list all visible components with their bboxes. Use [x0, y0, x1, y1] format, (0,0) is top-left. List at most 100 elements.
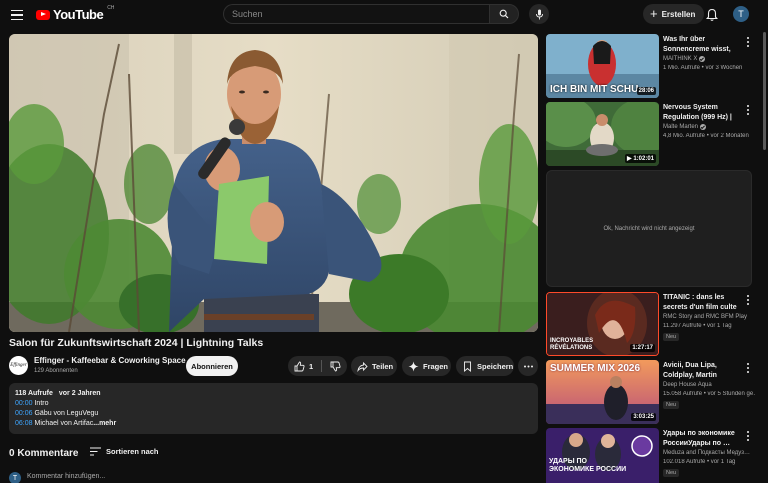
- search-button[interactable]: [489, 4, 519, 24]
- like-count: 1: [309, 361, 314, 371]
- top-bar: YouTube CH + Erstellen T: [0, 0, 768, 30]
- country-code: CH: [107, 5, 115, 11]
- recommendation-item[interactable]: ICH BIN MIT SCHU 28:06 Was Ihr über Sonn…: [546, 34, 756, 102]
- like-button[interactable]: 1: [294, 361, 313, 372]
- scrollbar-thumb[interactable]: [763, 32, 766, 150]
- youtube-play-icon: [36, 9, 50, 20]
- video-meta: 1 Mio. Aufrufe • vor 3 Wochen: [663, 65, 743, 71]
- channel-name: Meduza and Подкасты Медуз…: [663, 450, 751, 456]
- plus-icon: +: [650, 6, 658, 21]
- create-button[interactable]: + Erstellen: [643, 4, 705, 24]
- video-thumbnail: SUMMER MIX 2026 3:03:25: [546, 360, 659, 424]
- thumbs-down-icon: [330, 361, 341, 371]
- video-title: Nervous System Regulation (999 Hz) | 1…: [663, 104, 732, 121]
- sort-comments-button[interactable]: Sortieren nach: [90, 447, 159, 456]
- comment-avatar: T: [9, 472, 21, 483]
- voice-search-button[interactable]: [529, 4, 549, 24]
- video-title: Avicii, Dua Lipa, Coldplay, Martin Garri…: [663, 362, 717, 379]
- channel-name: Malte Marten: [663, 124, 707, 130]
- video-meta: 4,8 Mio. Aufrufe • vor 2 Monaten: [663, 133, 749, 139]
- share-icon: [357, 361, 368, 372]
- ad-placeholder: Ok, Nachricht wird nicht angezeigt: [546, 170, 752, 287]
- video-thumbnail: INCROYABLES RÉVÉLATIONS 1:27:17: [546, 292, 659, 356]
- more-vertical-icon[interactable]: [745, 104, 751, 116]
- save-button[interactable]: Speichern: [456, 356, 514, 376]
- video-thumbnail: УДАРЫ ПО ЭКОНОМИКЕ РОССИИ: [546, 428, 659, 483]
- chapter-timestamp[interactable]: 00:06: [15, 410, 33, 417]
- logo-text: YouTube: [53, 7, 104, 22]
- video-title: Salon für Zukunftswirtschaft 2024 | Ligh…: [9, 337, 264, 349]
- video-frame: [9, 34, 538, 332]
- recommendation-item[interactable]: INCROYABLES RÉVÉLATIONS 1:27:17 TITANIC …: [546, 292, 756, 360]
- thumbnail-caption: SUMMER MIX 2026: [550, 363, 641, 374]
- more-vertical-icon[interactable]: [745, 362, 751, 374]
- search-bar: [223, 4, 519, 24]
- thumbnail-caption: ICH BIN MIT SCHU: [550, 84, 639, 95]
- new-badge: Neu: [663, 469, 680, 477]
- video-duration: 1:27:17: [630, 344, 655, 352]
- search-input[interactable]: [223, 4, 489, 24]
- video-meta: 11.297 Aufrufe • vor 1 Tag: [663, 323, 732, 329]
- comment-input[interactable]: Kommentar hinzufügen...: [27, 473, 105, 480]
- chapter-timestamp[interactable]: 00:00: [15, 400, 33, 407]
- chapter-line: 06:08 Michael von Artifac...mehr: [15, 419, 532, 429]
- upload-age: vor 2 Jahren: [58, 390, 101, 397]
- chapter-label: Michael von Artifac: [34, 420, 94, 427]
- account-avatar[interactable]: T: [733, 6, 749, 22]
- dislike-button[interactable]: [330, 361, 341, 372]
- view-count: 118 Aufrufe: [15, 390, 53, 397]
- video-duration: ▶ 1:02:01: [625, 154, 656, 163]
- video-duration: 3:03:25: [631, 413, 656, 421]
- page-scrollbar[interactable]: [762, 30, 767, 483]
- like-dislike-group: 1: [288, 356, 347, 376]
- more-vertical-icon[interactable]: [745, 294, 751, 306]
- menu-icon[interactable]: [9, 7, 25, 23]
- channel-name: RMC Story and RMC BFM Play: [663, 314, 748, 320]
- channel-name: MAITHINK X: [663, 56, 706, 62]
- like-divider: [321, 360, 323, 372]
- channel-name[interactable]: Effinger - Kaffeebar & Coworking Space: [34, 356, 186, 365]
- recommendation-item[interactable]: SUMMER MIX 2026 3:03:25 Avicii, Dua Lipa…: [546, 360, 756, 428]
- video-player[interactable]: [9, 34, 538, 332]
- sort-icon: [90, 447, 101, 456]
- share-label: Teilen: [372, 361, 394, 371]
- recommendation-item[interactable]: УДАРЫ ПО ЭКОНОМИКЕ РОССИИ Удары по эконо…: [546, 428, 756, 483]
- video-title: TITANIC : dans les secrets d'un film cul…: [663, 294, 737, 311]
- video-title: Was Ihr über Sonnencreme wisst, ist…: [663, 36, 731, 53]
- recommendation-item[interactable]: ▶ 1:02:01 Nervous System Regulation (999…: [546, 102, 756, 170]
- notifications-button[interactable]: [704, 7, 720, 23]
- video-meta: 102.018 Aufrufe • vor 1 Tag: [663, 459, 736, 465]
- chapter-line: 00:00 Intro: [15, 399, 532, 409]
- show-more-link[interactable]: ...mehr: [93, 420, 116, 427]
- thumbnail-caption: INCROYABLES RÉVÉLATIONS: [550, 338, 594, 351]
- more-horizontal-icon: [523, 365, 533, 367]
- sort-label: Sortieren nach: [106, 447, 159, 456]
- microphone-icon: [535, 9, 543, 19]
- chapter-label: Gäbu von LeguVegu: [34, 410, 99, 417]
- more-vertical-icon[interactable]: [745, 430, 751, 442]
- video-title: Удары по экономике РоссииУдары по …: [663, 430, 735, 447]
- sparkle-icon: [408, 361, 419, 371]
- ask-label: Fragen: [423, 361, 449, 371]
- channel-avatar[interactable]: Effinger: [9, 356, 28, 375]
- chapter-timestamp[interactable]: 06:08: [15, 420, 33, 427]
- more-actions-button[interactable]: [518, 356, 538, 376]
- youtube-logo[interactable]: YouTube CH: [36, 5, 115, 22]
- create-label: Erstellen: [661, 9, 696, 19]
- save-label: Speichern: [477, 361, 514, 371]
- app-window: YouTube CH + Erstellen T: [0, 0, 768, 483]
- subscriber-count: 129 Abonnenten: [34, 368, 78, 374]
- new-badge: Neu: [663, 401, 680, 409]
- verified-icon: [700, 124, 707, 130]
- thumbs-up-icon: [294, 361, 305, 371]
- ask-button[interactable]: Fragen: [402, 356, 451, 376]
- bell-icon: [705, 8, 719, 21]
- video-meta: 15.058 Aufrufe • vor 5 Stunden ge…: [663, 391, 755, 397]
- subscribe-button[interactable]: Abonnieren: [186, 356, 238, 376]
- video-thumbnail: ICH BIN MIT SCHU 28:06: [546, 34, 659, 98]
- more-vertical-icon[interactable]: [745, 36, 751, 48]
- search-icon: [499, 9, 509, 19]
- description-box[interactable]: 118 Aufrufe vor 2 Jahren 00:00 Intro 00:0…: [9, 383, 538, 434]
- video-thumbnail: ▶ 1:02:01: [546, 102, 659, 166]
- share-button[interactable]: Teilen: [351, 356, 397, 376]
